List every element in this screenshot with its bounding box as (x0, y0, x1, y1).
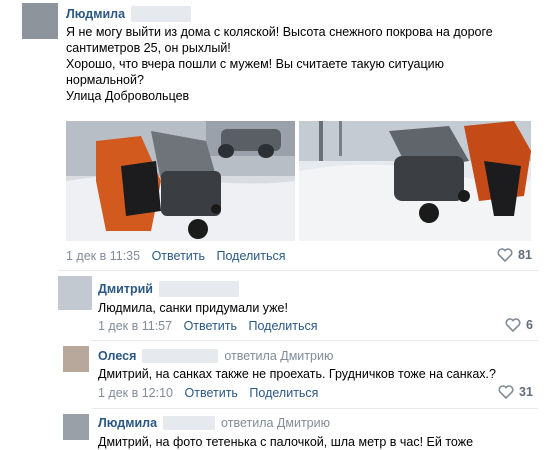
comment-text: Дмитрий, на санках также не проехать. Гр… (98, 367, 496, 381)
author-name[interactable]: Людмила (66, 7, 125, 21)
photo-stroller-snow-2 (299, 121, 531, 241)
redacted-surname (142, 349, 219, 363)
avatar[interactable] (58, 276, 92, 310)
comment-text-line: сантиметров 25, он рыхлый! (66, 41, 231, 55)
reply-link[interactable]: Ответить (184, 319, 237, 333)
redacted-surname (158, 281, 239, 297)
avatar[interactable] (63, 346, 89, 372)
comment-date[interactable]: 1 дек в 11:35 (66, 249, 140, 263)
redacted-surname (131, 6, 192, 22)
comment-4: Людмила ответила Дмитрию Дмитрий, на фот… (0, 409, 549, 450)
avatar[interactable] (22, 3, 58, 39)
like-button[interactable]: 31 (498, 385, 533, 399)
heart-icon (497, 248, 513, 262)
author-name[interactable]: Людмила (98, 416, 157, 430)
replied-to: ответила Дмитрию (224, 349, 334, 363)
like-button[interactable]: 81 (497, 248, 532, 262)
comment-text-line: нормальной? (66, 73, 144, 87)
reply-link[interactable]: Ответить (185, 386, 238, 400)
redacted-surname (163, 416, 216, 430)
attached-photo-2[interactable] (299, 121, 531, 241)
comment-text: Людмила, санки придумали уже! (98, 301, 288, 315)
comment-text-line: Улица Добровольцев (66, 89, 190, 103)
like-count: 31 (519, 385, 533, 399)
avatar[interactable] (63, 414, 89, 440)
reply-link[interactable]: Ответить (152, 249, 205, 263)
author-name[interactable]: Олеся (98, 349, 136, 363)
comment-3: Олеся ответила Дмитрию Дмитрий, на санка… (0, 341, 549, 407)
like-button[interactable]: 6 (505, 318, 533, 332)
heart-icon (505, 318, 521, 332)
photo-stroller-snow-1 (66, 121, 295, 241)
attached-photo-1[interactable] (66, 121, 295, 241)
comment-text-line: Я не могу выйти из дома с коляской! Высо… (66, 25, 493, 39)
share-link[interactable]: Поделиться (249, 386, 318, 400)
replied-to: ответила Дмитрию (221, 416, 330, 430)
like-count: 81 (518, 248, 532, 262)
comment-date[interactable]: 1 дек в 12:10 (98, 386, 173, 400)
share-link[interactable]: Поделиться (249, 319, 318, 333)
share-link[interactable]: Поделиться (217, 249, 286, 263)
heart-icon (498, 385, 514, 399)
comment-date[interactable]: 1 дек в 11:57 (98, 319, 172, 333)
like-count: 6 (526, 318, 533, 332)
author-name[interactable]: Дмитрий (98, 282, 153, 296)
comment-text-line: Хорошо, что вчера пошли с мужем! Вы счит… (66, 57, 445, 71)
comment-1: Людмила Я не могу выйти из дома с коляск… (0, 0, 549, 270)
comment-2: Дмитрий Людмила, санки придумали уже! 1 … (0, 271, 549, 339)
comment-text: Дмитрий, на фото тетенька с палочкой, шл… (98, 435, 474, 449)
